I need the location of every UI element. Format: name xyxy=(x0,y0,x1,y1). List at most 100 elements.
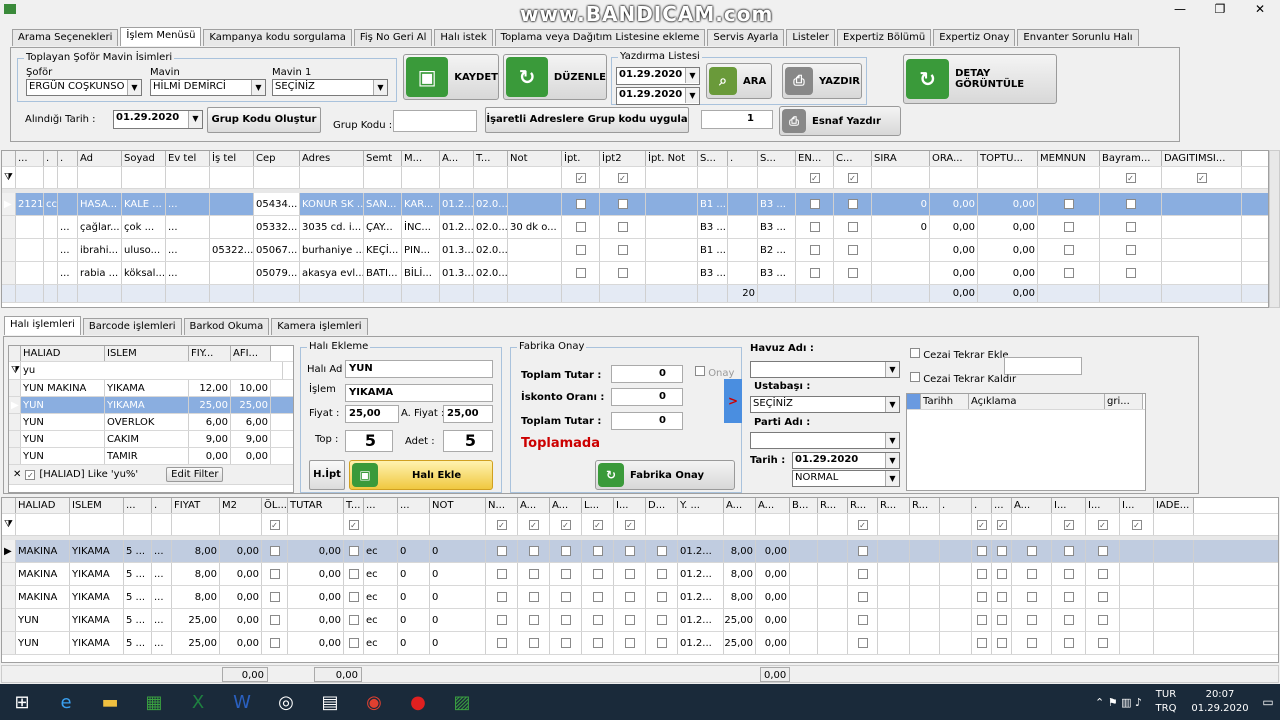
grid1-header-cell[interactable]: İpt. Not xyxy=(646,151,698,166)
grid1-header-cell[interactable]: Cep xyxy=(254,151,300,166)
isaretli-button[interactable]: İşaretli Adreslere Grup kodu uygula xyxy=(485,107,689,133)
grid1-header-cell[interactable]: İpt. xyxy=(562,151,600,166)
tarih-picker[interactable]: 01.29.2020 ▼ xyxy=(792,452,900,469)
grid2-header-cell[interactable]: IADE... xyxy=(1154,498,1194,513)
windows-start-icon[interactable]: ⊞ xyxy=(0,684,44,720)
checkbox[interactable] xyxy=(269,592,280,602)
checkbox[interactable] xyxy=(528,615,539,625)
adet-stepper[interactable]: 5 xyxy=(443,430,493,452)
grid2-header-cell[interactable]: R... xyxy=(848,498,878,513)
filter-cell[interactable] xyxy=(678,514,724,535)
esnaf-yazdir-button[interactable]: ⎙ Esnaf Yazdır xyxy=(779,106,901,136)
tab-4[interactable]: Halı istek xyxy=(434,29,493,46)
filter-cell[interactable] xyxy=(172,514,220,535)
checkbox[interactable] xyxy=(809,199,820,209)
folder-icon[interactable]: ▬ xyxy=(88,684,132,720)
filter-cell[interactable] xyxy=(582,514,614,535)
filter-cell[interactable]: ⧩ xyxy=(2,514,16,535)
checkbox[interactable] xyxy=(1026,615,1037,625)
filter-cell[interactable] xyxy=(728,167,758,188)
checkbox[interactable] xyxy=(560,638,571,648)
grid2-header-cell[interactable]: FIYAT xyxy=(172,498,220,513)
grid1-header-cell[interactable]: İş tel xyxy=(210,151,254,166)
checkbox[interactable] xyxy=(624,519,635,530)
filter-cell[interactable] xyxy=(402,167,440,188)
checkbox[interactable] xyxy=(496,569,507,579)
checkbox[interactable] xyxy=(809,172,820,183)
checkbox[interactable] xyxy=(976,519,987,530)
grid2-header-cell[interactable]: A... xyxy=(1012,498,1052,513)
checkbox[interactable] xyxy=(996,519,1007,530)
grid2-header-cell[interactable]: A... xyxy=(550,498,582,513)
tab-10[interactable]: Envanter Sorunlu Halı xyxy=(1017,29,1139,46)
checkbox[interactable] xyxy=(656,615,667,625)
checkbox[interactable] xyxy=(592,638,603,648)
checkbox[interactable] xyxy=(496,638,507,648)
checkbox[interactable] xyxy=(348,546,359,556)
checkbox[interactable] xyxy=(1063,615,1074,625)
checkbox[interactable] xyxy=(1131,519,1142,530)
system-tray-icons[interactable]: ⌃ ⚑ ▥ ♪ xyxy=(1089,684,1148,720)
checkbox[interactable] xyxy=(592,615,603,625)
grid1-header-cell[interactable]: S... xyxy=(698,151,728,166)
filter-cell[interactable] xyxy=(614,514,646,535)
tab-7[interactable]: Listeler xyxy=(786,29,836,46)
chevron-down-icon[interactable]: ▼ xyxy=(373,80,387,95)
subtab-1[interactable]: Barcode işlemleri xyxy=(82,318,182,335)
checkbox[interactable] xyxy=(996,638,1007,648)
grid1-header-cell[interactable]: C... xyxy=(834,151,872,166)
filter-cell[interactable] xyxy=(550,514,582,535)
hali-header-cell[interactable]: AFI... xyxy=(231,346,271,361)
iskonto-input[interactable]: 0 xyxy=(611,388,683,406)
cezai-kaldir-checkbox[interactable]: Cezai Tekrar Kaldır xyxy=(910,372,1016,385)
checkbox[interactable] xyxy=(575,172,586,183)
grid1-header-cell[interactable]: Adres xyxy=(300,151,364,166)
col-aciklama[interactable]: Açıklama xyxy=(969,394,1105,409)
calendar-icon[interactable]: ▼ xyxy=(188,111,202,128)
tab-6[interactable]: Servis Ayarla xyxy=(707,29,785,46)
checkbox[interactable] xyxy=(624,615,635,625)
checkbox[interactable] xyxy=(1063,268,1074,278)
checkbox[interactable] xyxy=(269,546,280,556)
checkbox[interactable] xyxy=(1063,519,1074,530)
checkbox[interactable] xyxy=(847,268,858,278)
filter-cell[interactable] xyxy=(474,167,508,188)
checkbox[interactable] xyxy=(1125,245,1136,255)
checkbox[interactable] xyxy=(496,615,507,625)
toplam-input[interactable]: 0 xyxy=(611,365,683,383)
grup-kodu-button[interactable]: Grup Kodu Oluştur xyxy=(207,107,321,133)
checkbox[interactable] xyxy=(1125,199,1136,209)
filter-icon[interactable]: ⧩ xyxy=(9,362,21,379)
checkbox[interactable] xyxy=(560,546,571,556)
chevron-down-icon[interactable]: ▼ xyxy=(885,433,899,448)
grid1-header-cell[interactable]: Ev tel xyxy=(166,151,210,166)
cezai-ekle-checkbox[interactable]: Cezai Tekrar Ekle xyxy=(910,348,1009,361)
hali-header-cell[interactable]: FIY... xyxy=(189,346,231,361)
grid2-header-cell[interactable]: NOT xyxy=(430,498,486,513)
grid1-header-cell[interactable]: A... xyxy=(440,151,474,166)
checkbox[interactable] xyxy=(269,638,280,648)
grid2-header-cell[interactable]: L... xyxy=(582,498,614,513)
filter-cell[interactable] xyxy=(210,167,254,188)
filter-cell[interactable] xyxy=(1012,514,1052,535)
grid1-data-indicator[interactable] xyxy=(2,239,16,261)
grid2-header-cell[interactable]: R... xyxy=(878,498,910,513)
grid1-header-cell[interactable]: . xyxy=(44,151,58,166)
checkbox[interactable] xyxy=(996,569,1007,579)
hali-data-indicator[interactable] xyxy=(9,431,21,447)
filter-cell[interactable] xyxy=(1100,167,1162,188)
kaydet-button[interactable]: ▣ KAYDET xyxy=(403,54,499,100)
filter-cell[interactable] xyxy=(254,167,300,188)
filter-cell[interactable] xyxy=(940,514,972,535)
grid2-data-indicator[interactable] xyxy=(2,632,16,654)
checkbox[interactable] xyxy=(592,569,603,579)
grid2-header-cell[interactable]: HALIAD xyxy=(16,498,70,513)
detay-button[interactable]: ↻ DETAY GÖRÜNTÜLE xyxy=(903,54,1057,104)
checkbox[interactable] xyxy=(857,615,868,625)
tab-5[interactable]: Toplama veya Dağıtım Listesine ekleme xyxy=(494,29,706,46)
checkbox[interactable] xyxy=(348,569,359,579)
grid1-header-cell[interactable]: M... xyxy=(402,151,440,166)
tab-2[interactable]: Kampanya kodu sorgulama xyxy=(203,29,352,46)
date1-picker[interactable]: 01.29.2020 ▼ xyxy=(616,67,700,85)
number-stepper[interactable]: 1 xyxy=(701,110,773,129)
